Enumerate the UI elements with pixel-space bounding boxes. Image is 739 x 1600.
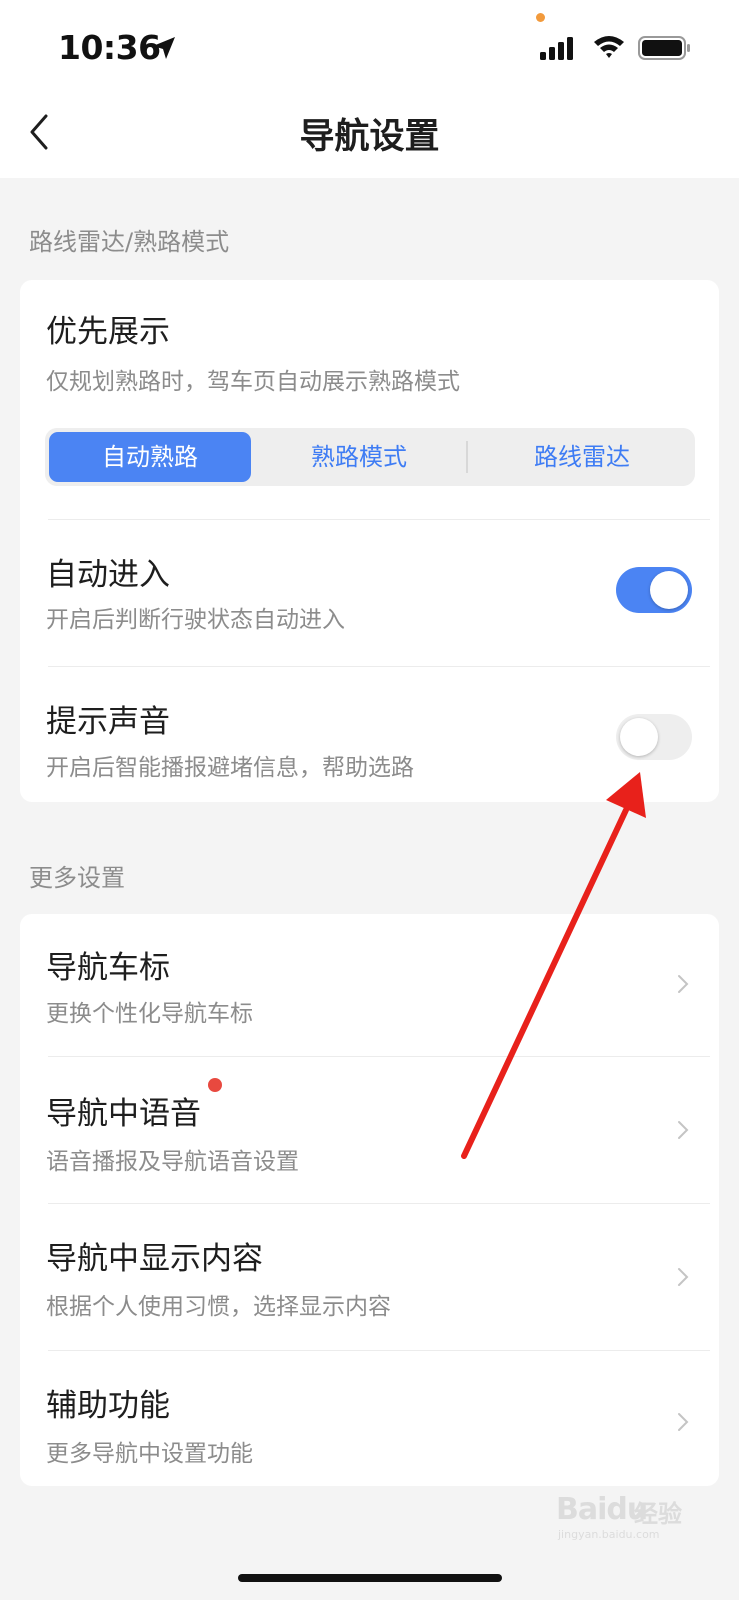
page-title: 导航设置 <box>299 117 440 157</box>
watermark-cn: 经验 <box>634 1500 682 1528</box>
priority-display-title: 优先展示 <box>46 314 170 350</box>
sound-title: 提示声音 <box>46 704 170 740</box>
more-settings-card: 导航车标 更换个性化导航车标 导航中语音 语音播报及导航语音设置 导航中显示内容… <box>20 914 719 1486</box>
priority-segmented-control: 自动熟路 熟路模式 路线雷达 <box>45 428 695 486</box>
priority-display-subtitle: 仅规划熟路时，驾车页自动展示熟路模式 <box>46 369 460 395</box>
item-title: 导航中语音 <box>46 1096 201 1132</box>
list-item-display-content[interactable]: 导航中显示内容 根据个人使用习惯，选择显示内容 <box>20 1203 719 1350</box>
list-item-vehicle-icon[interactable]: 导航车标 更换个性化导航车标 <box>20 914 719 1056</box>
seg-option-route-radar[interactable]: 路线雷达 <box>473 432 691 482</box>
cellular-signal-icon <box>540 37 573 60</box>
chevron-right-icon <box>678 975 689 993</box>
status-bar: 10:36 <box>0 0 739 96</box>
sound-subtitle: 开启后智能播报避堵信息，帮助选路 <box>46 755 414 781</box>
item-title: 导航中显示内容 <box>46 1241 263 1277</box>
sound-toggle[interactable] <box>616 714 692 760</box>
auto-enter-subtitle: 开启后判断行驶状态自动进入 <box>46 607 345 633</box>
chevron-right-icon <box>678 1268 689 1286</box>
battery-icon <box>638 36 690 60</box>
auto-enter-toggle[interactable] <box>616 567 692 613</box>
toggle-knob <box>650 571 688 609</box>
list-item-accessibility[interactable]: 辅助功能 更多导航中设置功能 <box>20 1350 719 1486</box>
privacy-indicator-dot <box>536 13 545 22</box>
divider <box>48 519 710 520</box>
list-item-voice[interactable]: 导航中语音 语音播报及导航语音设置 <box>20 1056 719 1203</box>
new-badge-dot <box>208 1078 222 1092</box>
auto-enter-title: 自动进入 <box>46 557 170 593</box>
nav-bar: 导航设置 <box>0 96 739 178</box>
section-title-more-settings: 更多设置 <box>29 864 125 892</box>
section-title-route-radar: 路线雷达/熟路模式 <box>29 228 230 256</box>
seg-option-auto-familiar[interactable]: 自动熟路 <box>49 432 251 482</box>
item-title: 导航车标 <box>46 950 170 986</box>
chevron-right-icon <box>678 1121 689 1139</box>
seg-divider <box>466 441 468 473</box>
home-indicator[interactable] <box>238 1574 502 1582</box>
item-subtitle: 更换个性化导航车标 <box>46 1001 253 1027</box>
item-title: 辅助功能 <box>46 1388 170 1424</box>
seg-option-familiar-mode[interactable]: 熟路模式 <box>259 432 459 482</box>
toggle-knob <box>620 718 658 756</box>
chevron-right-icon <box>678 1413 689 1431</box>
status-time: 10:36 <box>58 28 161 67</box>
baidu-jingyan-watermark: Baidu 经验 jingyan.baidu.com <box>556 1470 716 1542</box>
watermark-url: jingyan.baidu.com <box>558 1528 660 1541</box>
item-subtitle: 语音播报及导航语音设置 <box>46 1149 299 1175</box>
item-subtitle: 更多导航中设置功能 <box>46 1441 253 1467</box>
divider <box>48 666 710 667</box>
location-arrow-icon <box>153 37 175 59</box>
wifi-icon <box>594 36 624 58</box>
route-radar-card: 优先展示 仅规划熟路时，驾车页自动展示熟路模式 自动熟路 熟路模式 路线雷达 自… <box>20 280 719 802</box>
item-subtitle: 根据个人使用习惯，选择显示内容 <box>46 1294 391 1320</box>
